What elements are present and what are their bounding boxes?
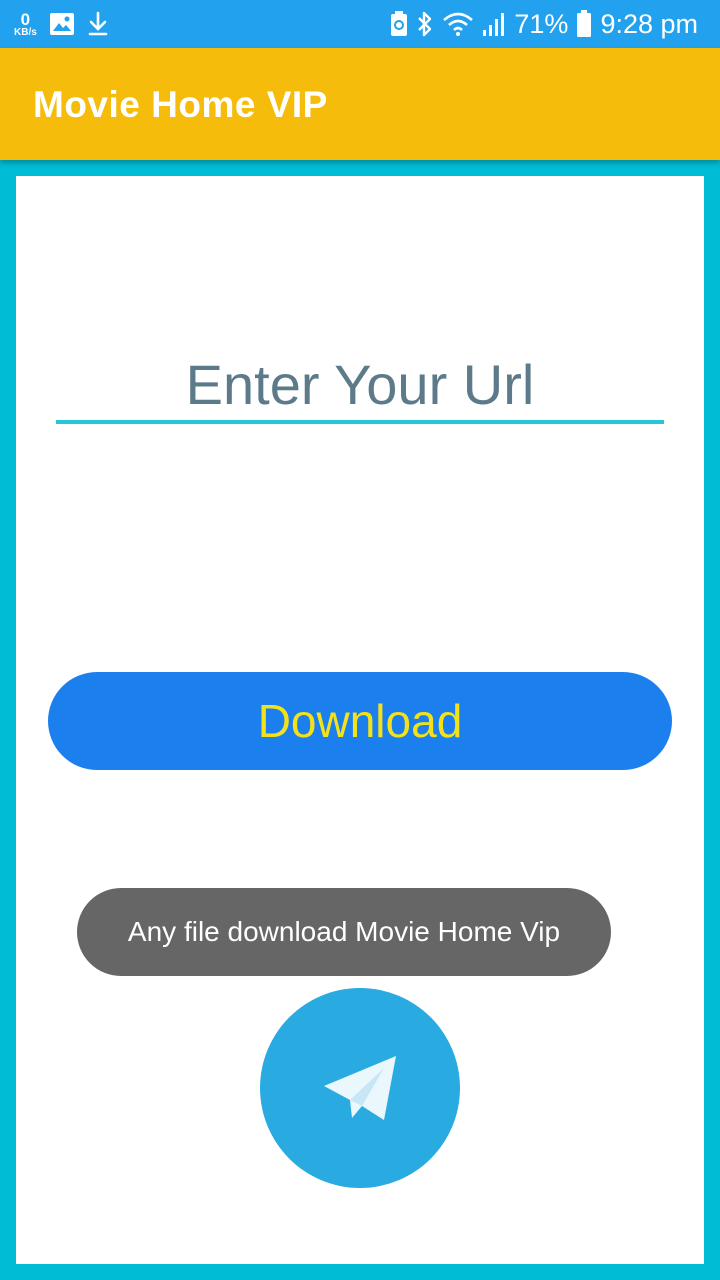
url-underline	[56, 420, 664, 424]
image-icon	[49, 12, 75, 36]
wifi-icon	[442, 11, 474, 37]
bluetooth-icon	[416, 10, 434, 38]
app-title: Movie Home VIP	[33, 84, 328, 125]
url-field	[56, 348, 664, 424]
url-input[interactable]	[56, 348, 664, 420]
signal-icon	[482, 11, 506, 37]
status-right: 71% 9:28 pm	[390, 8, 698, 40]
download-icon	[87, 11, 109, 37]
toast-message: Any file download Movie Home Vip	[77, 888, 611, 976]
status-bar: 0 KB/s 71% 9:28 pm	[0, 0, 720, 48]
app-bar: Movie Home VIP	[0, 48, 720, 160]
download-button[interactable]: Download	[48, 672, 672, 770]
telegram-icon	[324, 1056, 396, 1120]
telegram-fab[interactable]	[260, 988, 460, 1188]
content-card: Download	[16, 176, 704, 1264]
net-speed-unit: KB/s	[14, 26, 37, 38]
battery-saver-icon	[390, 11, 408, 37]
download-button-label: Download	[257, 695, 463, 747]
battery-percent: 71%	[514, 8, 569, 39]
toast-text: Any file download Movie Home Vip	[127, 916, 561, 947]
status-left: 0 KB/s	[14, 8, 109, 40]
battery-icon	[576, 10, 592, 38]
clock: 9:28 pm	[600, 8, 698, 39]
net-speed-value: 0	[20, 9, 31, 29]
net-speed: 0 KB/s	[14, 11, 37, 38]
